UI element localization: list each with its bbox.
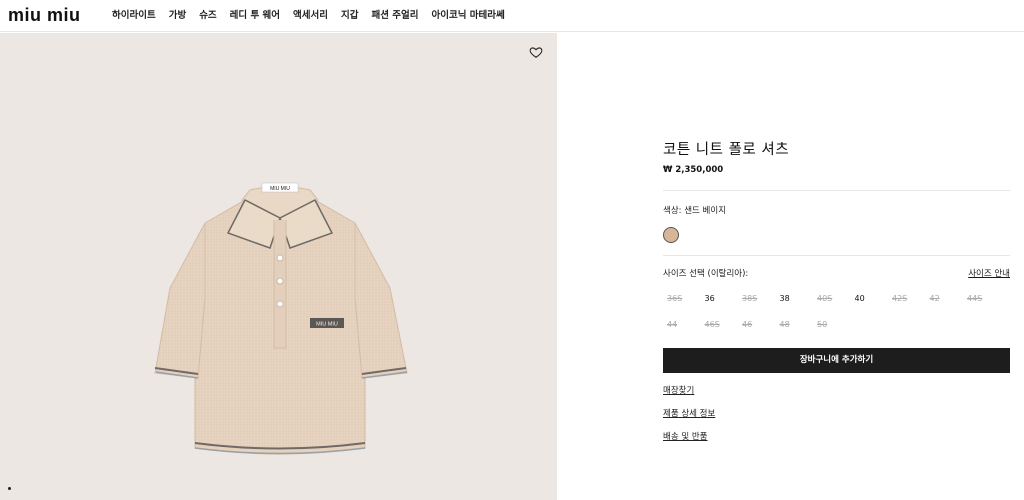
size-header: 사이즈 선택 (이탈리아): 사이즈 안내: [663, 268, 1010, 280]
size-option[interactable]: 44: [663, 320, 701, 330]
nav-item-ready-to-wear[interactable]: 레디 투 웨어: [230, 9, 280, 23]
nav-item-iconic-matelasse[interactable]: 아이코닉 마테라쎄: [431, 9, 504, 23]
product-details-link[interactable]: 제품 상세 정보: [663, 408, 1010, 420]
main-nav: 하이라이트 가방 슈즈 레디 투 웨어 액세서리 지갑 패션 주얼리 아이코닉 …: [112, 9, 518, 23]
store-locator-link[interactable]: 매장찾기: [663, 385, 1010, 397]
size-option[interactable]: 40: [851, 294, 889, 304]
size-label: 사이즈 선택 (이탈리아):: [663, 269, 749, 279]
product-title: 코튼 니트 폴로 셔츠: [663, 142, 790, 158]
chest-logo-text: MIU MIU: [316, 322, 338, 328]
neck-label-text: MIU MIU: [270, 186, 290, 192]
nav-item-highlights[interactable]: 하이라이트: [112, 9, 156, 23]
info-links: 매장찾기 제품 상세 정보 배송 및 반품: [663, 385, 1010, 443]
size-option[interactable]: 38: [776, 294, 814, 304]
heart-icon[interactable]: [529, 45, 543, 59]
site-header: miu miu 하이라이트 가방 슈즈 레디 투 웨어 액세서리 지갑 패션 주…: [0, 0, 1024, 32]
nav-item-bags[interactable]: 가방: [169, 9, 186, 23]
product-image-panel: MIU MIU MIU MIU: [0, 33, 557, 500]
product-price: ₩ 2,350,000: [663, 165, 724, 175]
size-option[interactable]: 36: [701, 294, 739, 304]
carousel-indicator[interactable]: [8, 487, 11, 490]
size-option[interactable]: 42S: [888, 294, 926, 304]
shipping-returns-link[interactable]: 배송 및 반품: [663, 431, 1010, 443]
size-option[interactable]: 44S: [963, 294, 1001, 304]
nav-item-shoes[interactable]: 슈즈: [199, 9, 216, 23]
size-option[interactable]: 40S: [813, 294, 851, 304]
size-option[interactable]: 46: [738, 320, 776, 330]
size-option[interactable]: 38S: [738, 294, 776, 304]
product-image: MIU MIU MIU MIU: [154, 182, 408, 455]
brand-logo[interactable]: miu miu: [8, 5, 81, 25]
divider: [663, 255, 1010, 256]
divider: [663, 190, 1010, 191]
size-option[interactable]: 46S: [701, 320, 739, 330]
color-swatch[interactable]: [663, 227, 679, 243]
nav-item-wallets[interactable]: 지갑: [341, 9, 358, 23]
size-option[interactable]: 42: [926, 294, 964, 304]
nav-item-accessories[interactable]: 액세서리: [293, 9, 328, 23]
size-option[interactable]: 50: [813, 320, 851, 330]
nav-item-fashion-jewelry[interactable]: 패션 주얼리: [371, 9, 418, 23]
size-option[interactable]: 36S: [663, 294, 701, 304]
size-options: 36S 36 38S 38 40S 40 42S 42 44S 44 46S 46 48 50: [663, 294, 1010, 330]
add-to-cart-button[interactable]: 장바구니에 추가하기: [663, 348, 1010, 373]
size-option[interactable]: 48: [776, 320, 814, 330]
size-guide-link[interactable]: 사이즈 안내: [968, 268, 1010, 280]
product-details: 코튼 니트 폴로 셔츠 ₩ 2,350,000 색상: 샌드 베이지 사이즈 선…: [663, 140, 1010, 454]
color-label: 색상: 샌드 베이지: [663, 206, 727, 216]
